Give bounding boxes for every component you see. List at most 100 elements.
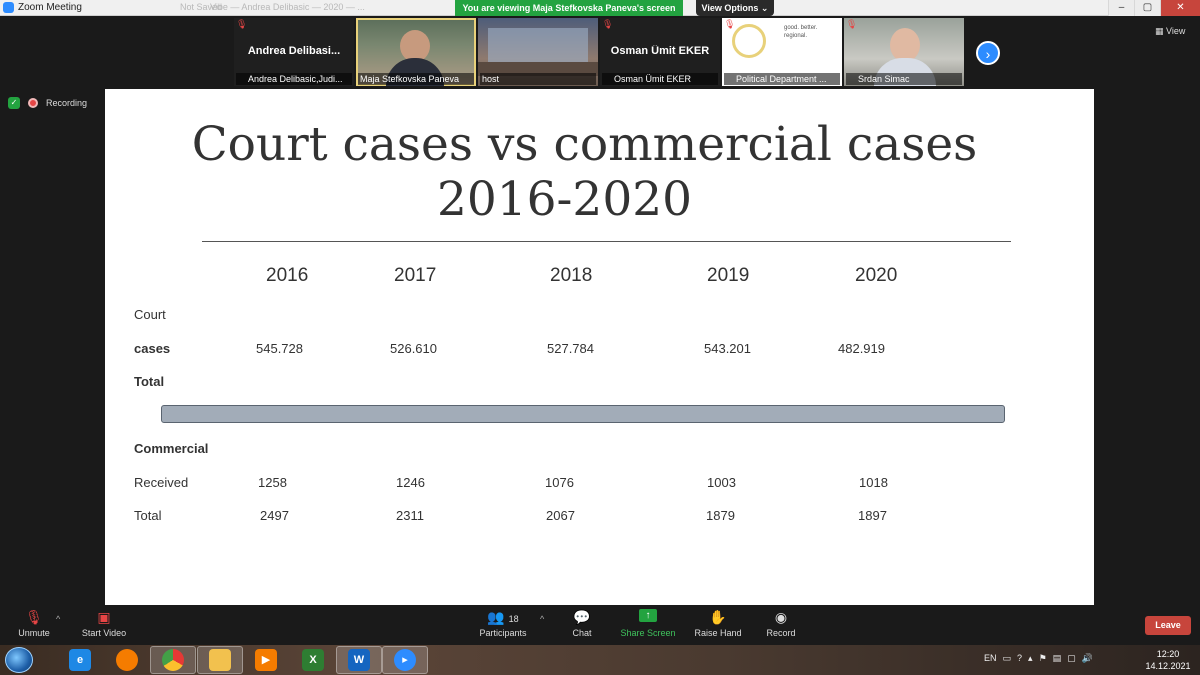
start-video-button[interactable]: ▣ Start Video [78, 609, 130, 638]
participant-tile[interactable]: host [478, 18, 598, 86]
section-divider-bar [161, 405, 1005, 423]
participant-name: Andrea Delibasi... [247, 45, 341, 57]
record-button[interactable]: ◉ Record [762, 609, 800, 638]
clock-date: 14.12.2021 [1145, 661, 1191, 671]
minimize-button[interactable]: – [1108, 0, 1134, 16]
unmute-button[interactable]: 🎙 Unmute [14, 609, 54, 638]
taskbar-media-player[interactable]: ▶ [243, 646, 289, 674]
chrome-icon [162, 649, 184, 671]
received-value: 1018 [859, 475, 888, 490]
participant-label: Political Department ... [724, 73, 840, 85]
hand-icon: ✋ [709, 609, 727, 625]
chat-button[interactable]: 💬 Chat [566, 609, 598, 638]
participants-label: Participants [479, 628, 527, 638]
received-value: 1258 [258, 475, 287, 490]
participants-button[interactable]: 👥 18 Participants [476, 609, 530, 638]
view-options-label: View Options [701, 3, 759, 13]
received-value: 1246 [396, 475, 425, 490]
volume-icon[interactable]: 🔊 [1082, 653, 1093, 664]
windows-taskbar: e ▶ X W ▸ EN ▭ ? ▴ ⚑ ▤ ▢ 🔊 12:20 14.12.2… [0, 645, 1200, 675]
participant-label: Maja Stefkovska Paneva [358, 73, 474, 85]
slide-title: Court cases vs commercial cases 2016-202… [105, 117, 1094, 227]
court-value: 543.201 [704, 341, 751, 356]
raise-hand-button[interactable]: ✋ Raise Hand [692, 609, 744, 638]
chevron-up-icon[interactable]: ^ [540, 614, 544, 624]
year-header: 2016 [266, 265, 309, 286]
zoom-app-icon [3, 2, 14, 13]
court-value: 527.784 [547, 341, 594, 356]
display-icon[interactable]: ▢ [1067, 653, 1076, 664]
shield-icon[interactable]: ✓ [8, 97, 20, 109]
taskbar-file-explorer[interactable] [197, 646, 243, 674]
total-value: 2067 [546, 508, 575, 523]
received-value: 1076 [545, 475, 574, 490]
viewing-banner: You are viewing Maja Stefkovska Paneva's… [455, 0, 683, 16]
court-label-line2: cases [134, 341, 171, 356]
taskbar-firefox[interactable] [104, 646, 150, 674]
close-button[interactable]: ✕ [1160, 0, 1200, 16]
tray-expand-icon[interactable]: ▴ [1028, 653, 1033, 664]
view-layout-button[interactable]: ▦ View [1155, 26, 1185, 37]
shared-screen-slide: Court cases vs commercial cases 2016-202… [105, 89, 1094, 605]
participant-tile[interactable]: Osman Ümit EKER Osman Ümit EKER 🎙 [600, 18, 720, 86]
share-screen-button[interactable]: ↑ Share Screen [620, 609, 676, 638]
zoom-icon: ▸ [394, 649, 416, 671]
received-value: 1003 [707, 475, 736, 490]
court-label-line3: Total [134, 374, 165, 389]
window-title: Zoom Meeting [18, 2, 82, 13]
total-label: Total [134, 508, 162, 523]
muted-mic-icon: 🎙 [602, 19, 614, 29]
rcc-logo-icon [732, 24, 766, 58]
year-header: 2018 [550, 265, 593, 286]
muted-mic-icon: 🎙 [236, 19, 248, 29]
taskbar-zoom[interactable]: ▸ [382, 646, 428, 674]
taskbar-word[interactable]: W [336, 646, 382, 674]
excel-icon: X [302, 649, 324, 671]
participant-label-text: Srdan Simac [858, 74, 910, 84]
participant-tile[interactable]: good. better. regional. Political Depart… [722, 18, 842, 86]
view-options-button[interactable]: View Options ⌄ [696, 0, 774, 16]
slide-title-line1: Court cases vs commercial cases [191, 117, 978, 172]
taskbar-clock[interactable]: 12:20 14.12.2021 [1140, 648, 1196, 672]
share-screen-icon: ↑ [639, 609, 657, 622]
leave-button[interactable]: Leave [1145, 616, 1191, 635]
received-label: Received [134, 475, 189, 490]
start-video-label: Start Video [81, 628, 127, 638]
court-value: 482.919 [838, 341, 885, 356]
participant-tile[interactable]: Andrea Delibasi... Andrea Delibasic,Judi… [234, 18, 354, 86]
chevron-up-icon[interactable]: ^ [56, 614, 60, 624]
help-icon[interactable]: ? [1017, 653, 1022, 664]
keyboard-icon[interactable]: ▭ [1003, 653, 1012, 664]
participants-count: 18 [508, 614, 519, 624]
system-tray: EN ▭ ? ▴ ⚑ ▤ ▢ 🔊 [984, 653, 1093, 664]
flag-icon[interactable]: ⚑ [1039, 653, 1047, 664]
participant-tile[interactable]: Maja Stefkovska Paneva [356, 18, 476, 86]
participants-icon: 👥 18 [487, 609, 519, 625]
court-value: 526.610 [390, 341, 437, 356]
language-indicator[interactable]: EN [984, 653, 997, 664]
firefox-icon [116, 649, 138, 671]
taskbar-internet-explorer[interactable]: e [57, 646, 103, 674]
muted-mic-icon: 🎙 [25, 609, 43, 625]
share-screen-label: Share Screen [620, 628, 676, 638]
participant-label: Osman Ümit EKER [602, 73, 718, 85]
chat-icon: 💬 [573, 609, 591, 625]
total-value: 2497 [260, 508, 289, 523]
participant-label-text: host [482, 74, 500, 84]
unmute-label: Unmute [18, 628, 50, 638]
record-label: Record [766, 628, 796, 638]
taskbar-excel[interactable]: X [290, 646, 336, 674]
network-icon[interactable]: ▤ [1053, 653, 1062, 664]
raise-hand-label: Raise Hand [694, 628, 742, 638]
title-extra-mid: Vibe — Andrea Delibasic — 2020 — ... [210, 2, 365, 12]
next-page-button[interactable]: › [976, 41, 1000, 65]
rcc-logo-text: good. better. regional. [784, 25, 818, 39]
maximize-button[interactable]: ▢ [1134, 0, 1160, 16]
participant-tile[interactable]: Srdan Simac 🎙 [844, 18, 964, 86]
video-off-icon: ▣ [97, 609, 111, 625]
start-button[interactable] [5, 647, 33, 673]
participant-label-text: Maja Stefkovska Paneva [360, 74, 460, 84]
participant-label: Srdan Simac [846, 73, 962, 85]
participant-label-text: Political Department ... [736, 74, 827, 84]
taskbar-chrome[interactable] [150, 646, 196, 674]
